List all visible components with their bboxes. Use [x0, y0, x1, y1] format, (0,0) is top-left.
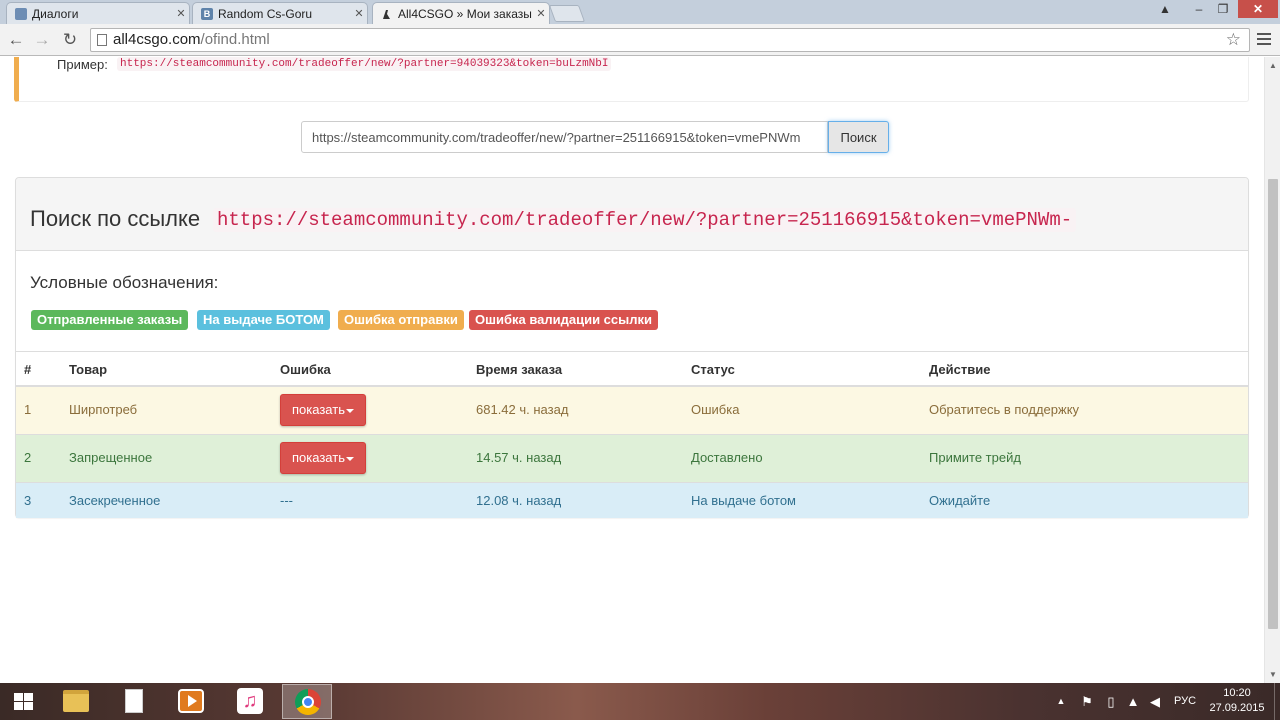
page-content: Пример: https://steamcommunity.com/trade…: [0, 57, 1264, 683]
folder-icon: [63, 690, 89, 712]
row-status: Доставлено: [691, 450, 763, 465]
header-action: Действие: [929, 362, 991, 377]
example-callout: Пример: https://steamcommunity.com/trade…: [14, 57, 1249, 102]
clock-date: 27.09.2015: [1209, 702, 1265, 714]
tray-expand-icon[interactable]: ▲: [1054, 683, 1068, 720]
legend-send-error-badge: Ошибка отправки: [338, 310, 464, 330]
search-button[interactable]: Поиск: [828, 121, 889, 153]
volume-icon[interactable]: ◀: [1146, 683, 1164, 720]
vk-icon: B: [201, 7, 213, 20]
caret-down-icon: [345, 456, 354, 461]
media-player-taskbar-button[interactable]: [166, 684, 216, 719]
file-icon: [125, 689, 143, 713]
row-num: 2: [24, 450, 32, 465]
music-taskbar-button[interactable]: ♫: [224, 684, 274, 719]
row-num: 1: [24, 402, 32, 417]
file-taskbar-button[interactable]: [108, 684, 158, 719]
caret-down-icon: [345, 408, 354, 413]
row-action: Обратитесь в поддержку: [929, 402, 1080, 417]
panel-title: Поиск по ссылке: [30, 206, 201, 231]
table-row: 3 Засекреченное --- 12.08 ч. назад На вы…: [16, 483, 1248, 518]
row-num: 3: [24, 493, 32, 508]
maximize-button[interactable]: ❐: [1210, 0, 1236, 18]
vk-dialogs-icon: [15, 7, 27, 20]
orders-panel: Поиск по ссылке https://steamcommunity.c…: [15, 177, 1249, 518]
battery-icon[interactable]: ▯: [1102, 683, 1120, 720]
scrollbar-thumb[interactable]: [1268, 179, 1278, 629]
minimize-button[interactable]: ‒: [1186, 0, 1212, 18]
close-icon[interactable]: ✕: [533, 7, 549, 20]
page-icon: [97, 34, 107, 46]
legend-sent-badge: Отправленные заказы: [31, 310, 189, 330]
header-status: Статус: [691, 362, 735, 377]
row-error: ---: [280, 493, 293, 508]
row-item: Засекреченное: [69, 493, 161, 508]
tab-random-csgoru[interactable]: B Random Cs-Goru ✕: [192, 2, 368, 24]
example-label: Пример:: [57, 57, 108, 72]
chrome-taskbar-button[interactable]: [282, 684, 332, 719]
show-error-label: показать: [292, 402, 345, 417]
row-status: Ошибка: [691, 402, 740, 417]
tab-dialogs[interactable]: Диалоги ✕: [6, 2, 190, 24]
toolbar: ← → ↻ all4csgo.com/ofind.html ☆: [0, 24, 1280, 56]
row-item: Ширпотреб: [69, 402, 138, 417]
table-row: 2 Запрещенное показать 14.57 ч. назад До…: [16, 435, 1248, 483]
example-link: https://steamcommunity.com/tradeoffer/ne…: [117, 57, 612, 71]
row-time: 14.57 ч. назад: [476, 450, 562, 465]
chrome-menu-icon[interactable]: [1254, 30, 1274, 50]
media-player-icon: [178, 689, 204, 713]
clock-time: 10:20: [1223, 687, 1251, 699]
show-error-button[interactable]: показать: [280, 442, 366, 474]
back-icon[interactable]: ←: [5, 29, 27, 51]
table-row: 1 Ширпотреб показать 681.42 ч. назад Оши…: [16, 387, 1248, 435]
row-action: Ожидайте: [929, 493, 991, 508]
row-item: Запрещенное: [69, 450, 153, 465]
table-header: # Товар Ошибка Время заказа Статус Дейст…: [16, 352, 1248, 387]
bookmark-star-icon[interactable]: ☆: [1226, 29, 1241, 51]
row-status: На выдаче ботом: [691, 493, 796, 508]
header-num: #: [24, 362, 32, 377]
network-icon[interactable]: ▲: [1124, 683, 1142, 720]
scroll-down-icon[interactable]: ▼: [1269, 670, 1277, 679]
address-bar[interactable]: all4csgo.com/ofind.html ☆: [90, 28, 1250, 52]
vertical-scrollbar[interactable]: ▲ ▼: [1264, 57, 1280, 683]
clock[interactable]: 10:20 27.09.2015: [1206, 686, 1268, 716]
trade-link-input[interactable]: [301, 121, 828, 153]
csgo-icon: [383, 9, 390, 19]
tab-all4csgo[interactable]: All4CSGO » Мои заказы ✕: [372, 2, 550, 24]
reload-icon[interactable]: ↻: [59, 29, 81, 51]
show-desktop-button[interactable]: [1274, 683, 1280, 720]
legend-validation-error-badge: Ошибка валидации ссылки: [469, 310, 659, 330]
forward-icon[interactable]: →: [31, 29, 53, 51]
start-button[interactable]: [0, 684, 50, 719]
legend-bot-badge: На выдаче БОТОМ: [197, 310, 330, 330]
scroll-up-icon[interactable]: ▲: [1269, 61, 1277, 70]
panel-heading: Поиск по ссылке https://steamcommunity.c…: [16, 178, 1248, 251]
panel-link: https://steamcommunity.com/tradeoffer/ne…: [213, 208, 1077, 232]
chrome-icon: [295, 689, 321, 715]
close-icon[interactable]: ✕: [173, 7, 189, 20]
tab-strip: Диалоги ✕ B Random Cs-Goru ✕ All4CSGO » …: [0, 0, 1280, 24]
header-time: Время заказа: [476, 362, 563, 377]
legend-title: Условные обозначения:: [30, 273, 219, 292]
window-close-button[interactable]: ✕: [1238, 0, 1278, 18]
header-item: Товар: [69, 362, 108, 377]
windows-logo-icon: [14, 693, 34, 711]
show-error-label: показать: [292, 450, 345, 465]
taskbar: ♫ ▲ ⚑ ▯ ▲ ◀ РУС 10:20 27.09.2015: [0, 683, 1280, 720]
row-action: Примите трейд: [929, 450, 1021, 465]
show-error-button[interactable]: показать: [280, 394, 366, 426]
user-icon[interactable]: ▲: [1152, 0, 1178, 18]
header-error: Ошибка: [280, 362, 331, 377]
row-time: 12.08 ч. назад: [476, 493, 562, 508]
row-time: 681.42 ч. назад: [476, 402, 569, 417]
new-tab-button[interactable]: [548, 5, 586, 22]
close-icon[interactable]: ✕: [351, 7, 367, 20]
action-center-icon[interactable]: ⚑: [1078, 683, 1096, 720]
orders-table: # Товар Ошибка Время заказа Статус Дейст…: [16, 351, 1248, 518]
language-indicator[interactable]: РУС: [1170, 683, 1200, 720]
music-icon: ♫: [237, 688, 263, 714]
explorer-taskbar-button[interactable]: [50, 684, 100, 719]
